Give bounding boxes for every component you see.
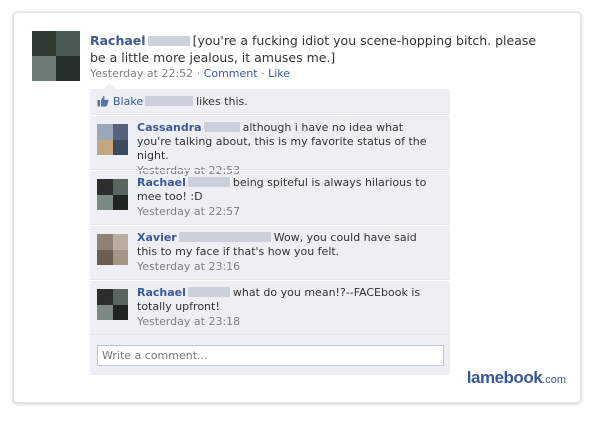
facebook-post-card: Rachael [you're a fucking idiot you scene… [13, 12, 581, 403]
lamebook-watermark: lamebook.com [467, 368, 566, 388]
watermark-tld: .com [542, 374, 566, 386]
write-comment-input[interactable] [97, 345, 444, 366]
comment-author-link[interactable]: Cassandra [137, 121, 202, 134]
comment-timestamp[interactable]: Yesterday at 23:18 [137, 315, 437, 329]
comment-item: Rachael being spiteful is always hilariou… [90, 170, 450, 225]
comment-body: Rachael being spiteful is always hilariou… [137, 176, 437, 219]
redacted-surname [203, 122, 240, 132]
comment-author-link[interactable]: Rachael [137, 286, 186, 299]
comment-body: Rachael what do you mean!?--FACEbook is t… [137, 286, 437, 329]
liker-name-link[interactable]: Blake [113, 95, 143, 108]
thumbs-up-icon [97, 96, 109, 107]
comment-thread: Blake likes this. Cassandra although i hav… [90, 83, 450, 375]
comment-item: Xavier Wow, you could have said this to m… [90, 225, 450, 280]
status-meta: Yesterday at 22:52 · Comment · Like [90, 67, 290, 80]
comment-author-link[interactable]: Rachael [137, 176, 186, 189]
comment-timestamp[interactable]: Yesterday at 22:57 [137, 205, 437, 219]
status-author-link[interactable]: Rachael [90, 33, 146, 48]
commenter-avatar[interactable] [97, 124, 128, 155]
commenter-avatar[interactable] [97, 234, 128, 265]
commenter-avatar[interactable] [97, 289, 128, 320]
comment-timestamp[interactable]: Yesterday at 23:16 [137, 260, 437, 274]
comment-link[interactable]: Comment [204, 67, 258, 80]
commenter-avatar[interactable] [97, 179, 128, 210]
redacted-surname [187, 287, 230, 297]
likes-suffix: likes this. [196, 95, 248, 108]
redacted-surname [178, 232, 271, 242]
redacted-surname [187, 177, 230, 187]
likes-row: Blake likes this. [90, 89, 450, 115]
meta-separator: · [257, 67, 269, 80]
watermark-brand: lamebook [466, 368, 543, 387]
redacted-surname [145, 96, 194, 106]
comment-author-link[interactable]: Xavier [137, 231, 177, 244]
comment-body: Xavier Wow, you could have said this to m… [137, 231, 437, 274]
status-text: Rachael [you're a fucking idiot you scene… [90, 32, 550, 66]
write-comment-row [90, 335, 450, 375]
redacted-surname [147, 36, 190, 46]
comment-item: Cassandra although i have no idea what yo… [90, 115, 450, 177]
comment-item: Rachael what do you mean!?--FACEbook is t… [90, 280, 450, 335]
poster-avatar[interactable] [32, 31, 80, 81]
like-link[interactable]: Like [268, 67, 290, 80]
status-timestamp[interactable]: Yesterday at 22:52 [90, 67, 193, 80]
meta-separator: · [193, 67, 204, 80]
